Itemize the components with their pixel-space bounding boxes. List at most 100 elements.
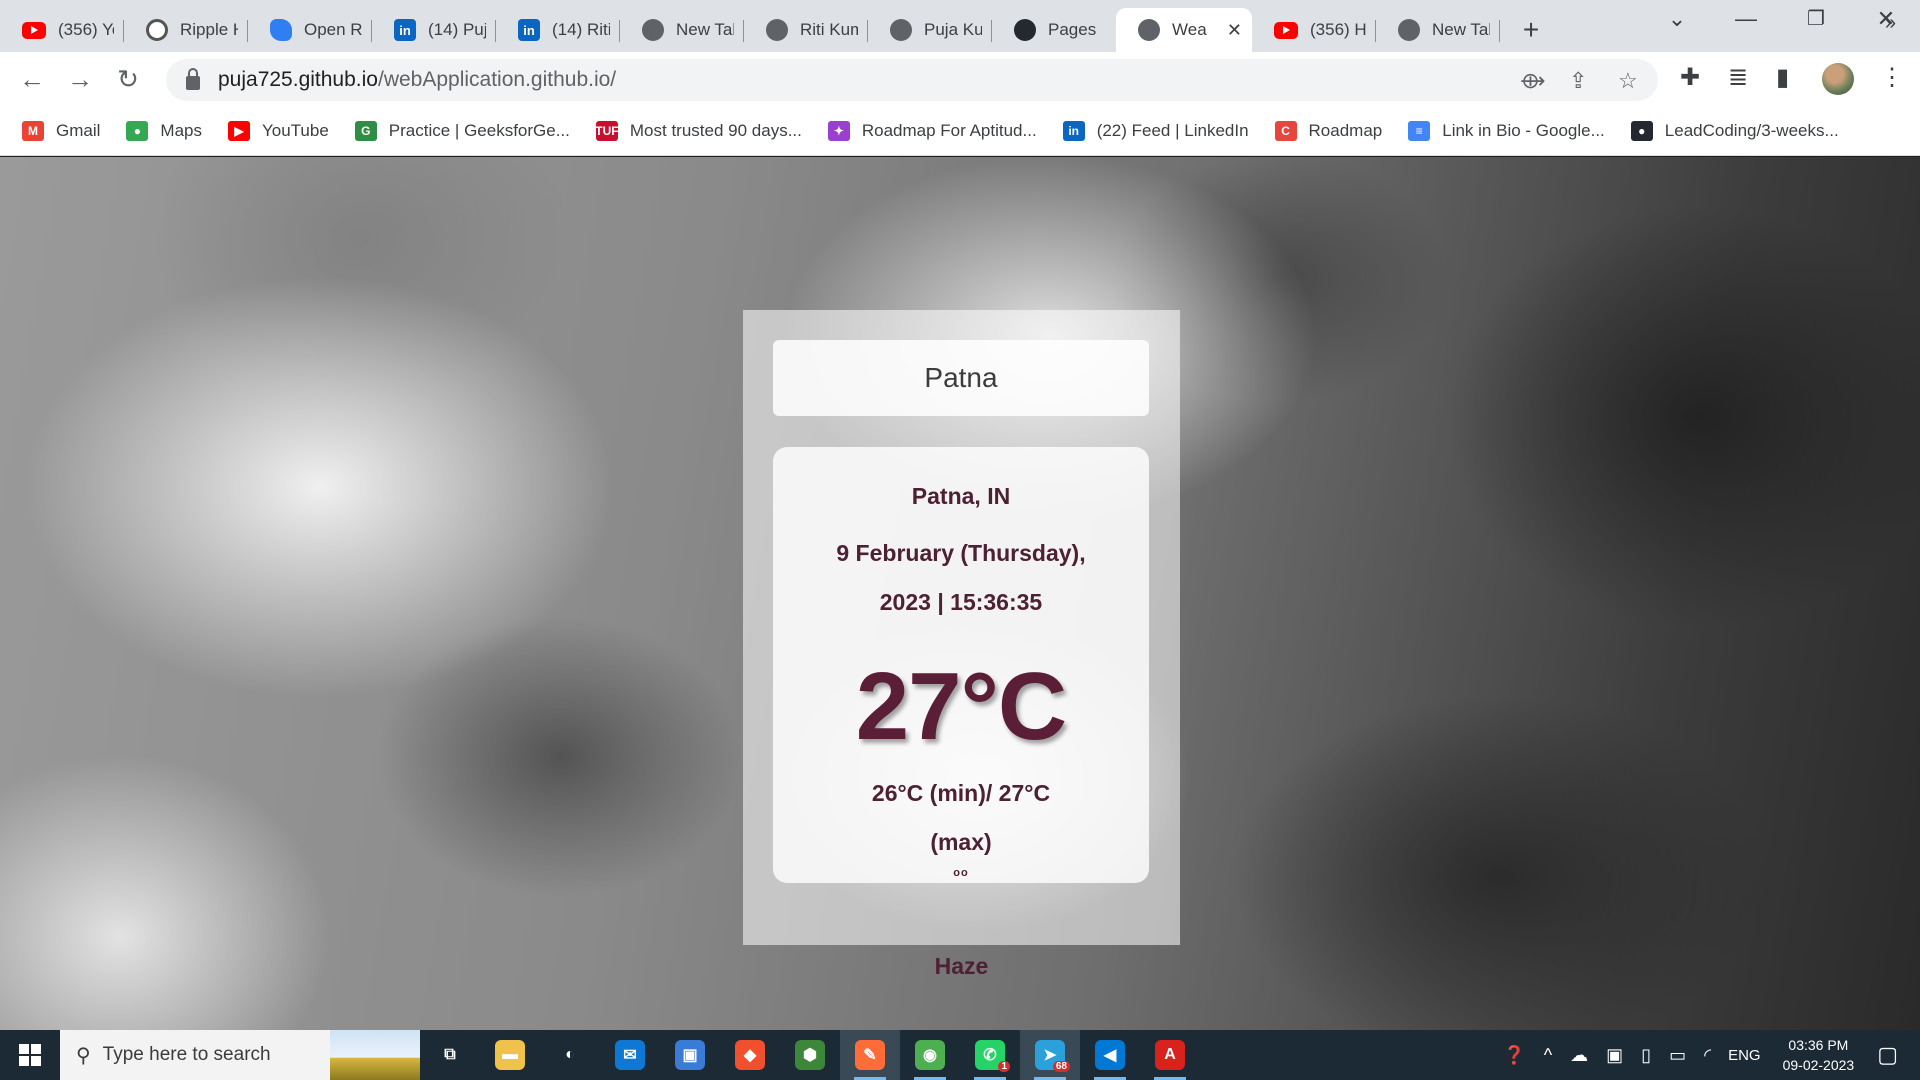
battery-icon[interactable]: ▭ [1669, 1045, 1686, 1066]
tab-0[interactable]: (356) You [0, 8, 124, 52]
openroadmap-icon [270, 19, 292, 41]
tab-2[interactable]: Open Ro [248, 8, 372, 52]
onedrive-icon[interactable]: ☁ [1570, 1045, 1588, 1066]
tab-title: (14) Riti [552, 20, 610, 39]
start-button[interactable] [0, 1030, 60, 1080]
node-icon: ⬢ [795, 1040, 825, 1070]
bookmark-item[interactable]: ≡ Link in Bio - Google... [1408, 120, 1605, 141]
weather-page: Patna Patna, IN 9 February (Thursday), 2… [0, 157, 1920, 1030]
date-time: 9 February (Thursday), 2023 | 15:36:35 [836, 540, 1086, 615]
bookmark-item[interactable]: TUF Most trusted 90 days... [595, 120, 802, 141]
tab-5[interactable]: New Tab [620, 8, 744, 52]
mail-icon: ✉ [615, 1040, 645, 1070]
bookmark-item[interactable]: C Roadmap [1274, 120, 1382, 141]
bookmark-item[interactable]: ● LeadCoding/3-weeks... [1630, 120, 1839, 141]
taskbar-app[interactable]: ✆ 1 [960, 1030, 1020, 1080]
taskbar-app[interactable]: ⧉ [420, 1030, 480, 1080]
bookmark-item[interactable]: M Gmail [22, 120, 100, 141]
globe-icon [1138, 19, 1160, 41]
bookmark-item[interactable]: in (22) Feed | LinkedIn [1062, 120, 1249, 141]
notification-badge: 68 [1052, 1061, 1070, 1072]
tab-3[interactable]: in (14) Puja [372, 8, 496, 52]
bookmark-item[interactable]: ▶ YouTube [227, 120, 329, 141]
tab-9[interactable]: Wea ✕ [1116, 8, 1252, 52]
minimize-icon[interactable]: — [1716, 6, 1776, 32]
city-search-input[interactable]: Patna [773, 340, 1149, 416]
bookmark-item[interactable]: ● Maps [126, 120, 202, 141]
device-icon[interactable]: ▯ [1641, 1045, 1651, 1066]
chrome-icon [642, 19, 664, 41]
github-icon [1014, 19, 1036, 41]
tab-6[interactable]: Riti Kum [744, 8, 868, 52]
help-icon[interactable]: ❓ [1503, 1045, 1525, 1066]
tab-search-icon[interactable]: ⌄ [1647, 6, 1707, 32]
bookmark-label: Link in Bio - Google... [1442, 120, 1605, 140]
bookmark-label: Maps [160, 120, 202, 140]
more-bookmarks-icon[interactable]: » [1885, 12, 1896, 35]
weather-info-panel: Patna, IN 9 February (Thursday), 2023 | … [773, 447, 1149, 883]
gmail-icon: M [22, 120, 44, 141]
share-icon[interactable]: ⇪ [1569, 68, 1587, 94]
translate-icon[interactable]: ⟴ [1520, 68, 1545, 94]
google-docs-icon: ≡ [1408, 120, 1431, 141]
bookmark-label: (22) Feed | LinkedIn [1096, 120, 1249, 140]
restore-icon[interactable]: ❐ [1786, 6, 1846, 31]
show-hidden-icons-icon[interactable]: ^ [1544, 1045, 1552, 1066]
bookmark-label: Roadmap For Aptitud... [861, 120, 1037, 140]
tab-11[interactable]: New Tab [1376, 8, 1500, 52]
meet-now-icon[interactable]: ▣ [1606, 1045, 1623, 1066]
new-tab-icon[interactable]: + [1514, 14, 1548, 46]
acrobat-icon: A [1155, 1040, 1185, 1070]
close-tab-icon[interactable]: ✕ [1227, 20, 1242, 41]
notifications-icon[interactable]: ▢ [1877, 1042, 1898, 1068]
ripple-icon [146, 19, 168, 41]
tab-7[interactable]: Puja Kun [868, 8, 992, 52]
tab-10[interactable]: (356) Ho [1252, 8, 1376, 52]
forward-icon[interactable]: → [56, 55, 104, 103]
tab-title: New Tab [676, 20, 734, 39]
taskbar-search[interactable]: ⚲ Type here to search [60, 1030, 420, 1080]
side-panel-icon[interactable]: ▮ [1776, 63, 1789, 92]
extensions-icon[interactable]: ✚ [1680, 63, 1700, 92]
taskbar-app[interactable]: ⬢ [780, 1030, 840, 1080]
linkedin-icon: in [1062, 120, 1085, 141]
language-indicator[interactable]: ENG [1728, 1047, 1761, 1064]
tab-title: (356) Ho [1310, 20, 1366, 39]
taskbar-app[interactable]: ◀ [1080, 1030, 1140, 1080]
lock-icon[interactable] [186, 68, 200, 90]
taskbar-app[interactable]: ➤ 68 [1020, 1030, 1080, 1080]
wifi-icon[interactable]: ◜ [1704, 1045, 1711, 1066]
network-app-icon: ▣ [675, 1040, 705, 1070]
taskbar-app[interactable]: ◐ [540, 1030, 600, 1080]
city-name: Patna, IN [911, 483, 1011, 509]
globe-icon [766, 19, 788, 41]
taskbar-app[interactable]: ▬ [480, 1030, 540, 1080]
taskbar-search-placeholder: Type here to search [102, 1044, 271, 1065]
address-bar[interactable]: puja725.github.io/webApplication.github.… [166, 59, 1658, 101]
bookmark-star-icon[interactable]: ☆ [1618, 68, 1638, 94]
tab-title: Riti Kum [800, 20, 858, 39]
back-icon[interactable]: ← [8, 55, 56, 103]
taskbar-app[interactable]: ◆ [720, 1030, 780, 1080]
browser-menu-icon[interactable]: ⋮ [1880, 63, 1904, 92]
taskbar-app[interactable]: A [1140, 1030, 1200, 1080]
taskbar-app[interactable]: ◉ [900, 1030, 960, 1080]
roadmap-icon: ✦ [827, 120, 850, 141]
bookmark-item[interactable]: G Practice | GeeksforGe... [354, 120, 570, 141]
clock[interactable]: 03:36 PM 09-02-2023 [1783, 1035, 1855, 1075]
youtube-icon [22, 21, 46, 39]
tab-4[interactable]: in (14) Riti [496, 8, 620, 52]
profile-avatar[interactable] [1822, 63, 1854, 95]
reading-list-icon[interactable]: ≣ [1728, 63, 1748, 92]
tab-8[interactable]: Pages [992, 8, 1116, 52]
taskbar-app[interactable]: ✎ [840, 1030, 900, 1080]
taskbar-app[interactable]: ▣ [660, 1030, 720, 1080]
taskbar-app[interactable]: ✉ [600, 1030, 660, 1080]
browser-tab-strip: (356) You Ripple H Open Ro in (14) Puja in (14… [0, 0, 1920, 52]
weather-icon-placeholder: oo [953, 867, 969, 879]
windows-taskbar: ⚲ Type here to search ⧉ ▬ ◐ ✉ ▣ ◆ ⬢ ✎ ◉ ✆ 1 ➤ 68 ◀ A ❓… [0, 1030, 1920, 1080]
reload-icon[interactable]: ↻ [104, 55, 152, 103]
eclipse-icon: ◐ [565, 1046, 575, 1063]
bookmark-item[interactable]: ✦ Roadmap For Aptitud... [827, 120, 1037, 141]
tab-1[interactable]: Ripple H [124, 8, 248, 52]
